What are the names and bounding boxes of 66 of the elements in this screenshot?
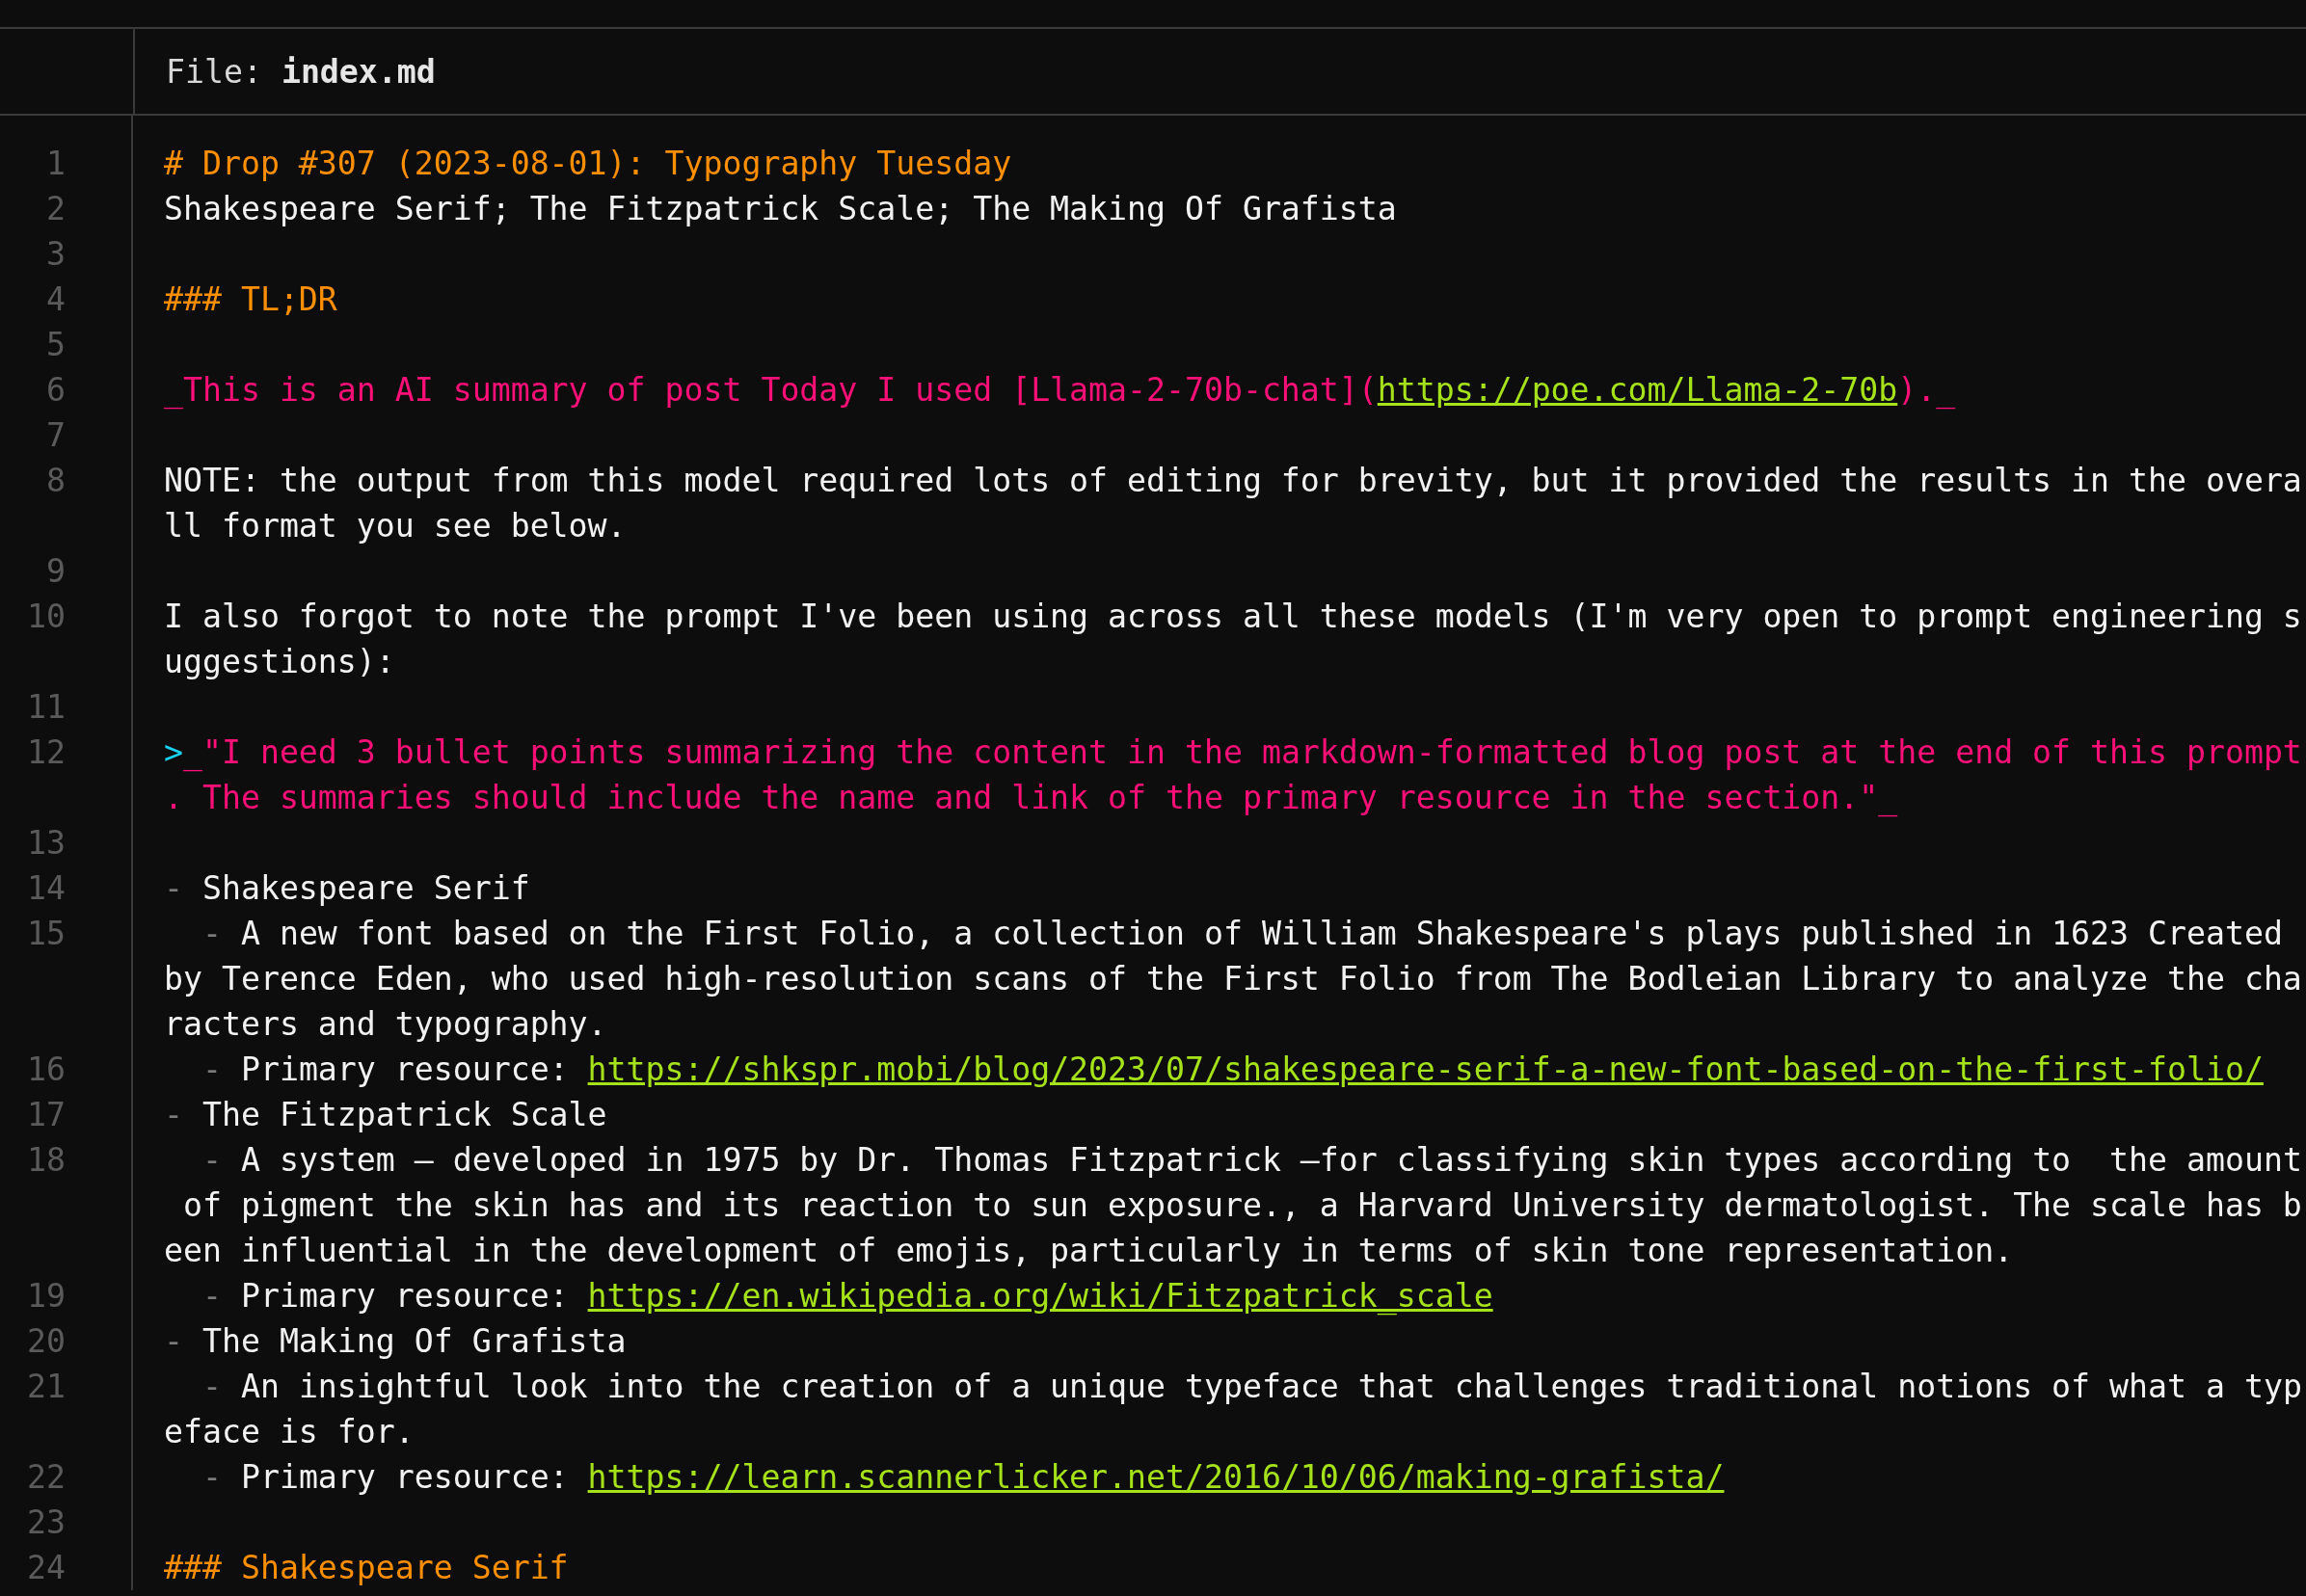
link[interactable]: https://shkspr.mobi/blog/2023/07/shakespeare-serif-a-new-font-based-on-the-first-folio/	[587, 1051, 2264, 1088]
list-marker: -	[201, 1051, 223, 1088]
line-number: 17	[27, 1095, 66, 1135]
heading-text: ### TL;DR	[164, 280, 337, 318]
emphasis-text: _"I need 3 bullet points summarizing the content in the markdown-formatted blog post at the end of this prompt	[183, 733, 2302, 771]
line-number: 16	[27, 1050, 66, 1090]
line-number: 13	[27, 823, 66, 864]
list-marker: -	[164, 1322, 184, 1360]
link[interactable]: https://en.wikipedia.org/wiki/Fitzpatrick_scale	[587, 1277, 1493, 1315]
code-text: Primary resource:	[240, 1277, 570, 1315]
line-number: 14	[27, 868, 66, 909]
emphasis-text: )._	[1897, 371, 1956, 409]
line-number: 11	[27, 687, 66, 728]
line-number: 7	[46, 415, 66, 456]
line-number: 2	[46, 189, 66, 229]
emphasis-text: _This is an AI summary of post Today I used [Llama-2-70b-chat](	[164, 371, 1378, 409]
list-marker: -	[164, 1096, 184, 1133]
line-number: 6	[46, 370, 66, 411]
list-marker: -	[201, 1368, 223, 1405]
heading-text: ### Shakespeare Serif	[164, 1549, 569, 1586]
line-number: 19	[27, 1276, 66, 1317]
line-number: 15	[27, 914, 66, 954]
code-text: A new font based on the First Folio, a collection of William Shakespeare's plays published in 1623 Created	[240, 915, 2283, 952]
code-text: The Making Of Grafista	[201, 1322, 627, 1360]
quote-marker: >	[164, 733, 183, 771]
list-marker: -	[201, 915, 223, 952]
code-text: ll format you see below.	[164, 507, 627, 545]
line-number: 23	[27, 1503, 66, 1543]
code-text: of pigment the skin has and its reaction to sun exposure., a Harvard University dermatologist. The scale has b	[181, 1186, 2302, 1224]
link[interactable]: https://learn.scannerlicker.net/2016/10/06/making-grafista/	[587, 1458, 1725, 1496]
line-number: 12	[27, 732, 66, 773]
code-text: An insightful look into the creation of a unique typeface that challenges traditional notions of what a typ	[240, 1368, 2302, 1405]
heading-text: # Drop #307 (2023-08-01): Typography Tuesday	[164, 145, 1012, 182]
line-number: 22	[27, 1457, 66, 1498]
line-number: 9	[46, 551, 66, 592]
code-text: The Fitzpatrick Scale	[201, 1096, 607, 1133]
file-name: index.md	[281, 52, 436, 91]
list-marker: -	[201, 1458, 223, 1496]
code-text: uggestions):	[164, 643, 395, 680]
code-text: Shakespeare Serif	[201, 869, 530, 907]
line-number: 4	[46, 279, 66, 320]
line-number: 1	[46, 144, 66, 184]
code-text: een influential in the development of emojis, particularly in terms of skin tone representation.	[164, 1232, 2014, 1269]
line-number: 18	[27, 1140, 66, 1181]
line-number: 8	[46, 461, 66, 501]
code-text: Primary resource:	[240, 1051, 570, 1088]
line-number: 21	[27, 1367, 66, 1407]
code-text: Shakespeare Serif; The Fitzpatrick Scale; The Making Of Grafista	[164, 190, 1397, 227]
code-text: by Terence Eden, who used high-resolution scans of the First Folio from The Bodleian Library to analyze the cha	[164, 960, 2302, 998]
emphasis-text: . The summaries should include the name and link of the primary resource in the section."_	[164, 779, 1898, 816]
code-text: Primary resource:	[240, 1458, 570, 1496]
line-number: 10	[27, 597, 66, 637]
code-text: I also forgot to note the prompt I've been using across all these models (I'm very open to prompt engineering s	[164, 598, 2302, 635]
list-marker: -	[201, 1277, 223, 1315]
line-number: 20	[27, 1321, 66, 1362]
code-text: eface is for.	[164, 1413, 415, 1450]
code-text: racters and typography.	[164, 1005, 607, 1043]
line-number: 5	[46, 325, 66, 365]
code-text: NOTE: the output from this model required lots of editing for brevity, but it provided the results in the overa	[164, 462, 2302, 499]
list-marker: -	[164, 869, 184, 907]
line-number: 3	[46, 234, 66, 275]
list-marker: -	[201, 1141, 223, 1179]
link[interactable]: https://poe.com/Llama-2-70b	[1377, 371, 1898, 409]
line-number: 24	[27, 1548, 66, 1588]
file-label: File:	[166, 52, 262, 91]
code-text: A system — developed in 1975 by Dr. Thomas Fitzpatrick —for classifying skin types according to the amount	[240, 1141, 2302, 1179]
